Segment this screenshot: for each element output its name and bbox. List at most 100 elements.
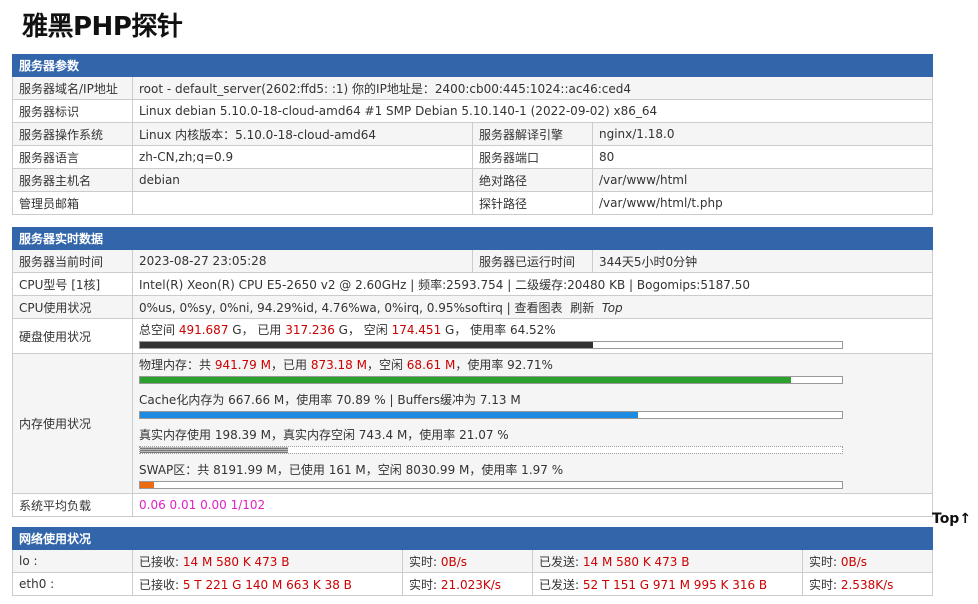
net-rt-label: 实时: [409,577,441,592]
refresh-link[interactable]: 刷新 [570,301,594,315]
net-row-lo: lo : 已接收: 14 M 580 K 473 B 实时: 0B/s 已发送:… [12,549,934,573]
net-sent-rt-cell: 实时: 0B/s [801,549,934,573]
disk-text-1: 总空间 [139,323,179,337]
mem-rate: 92.71% [507,358,553,372]
net-sent-label: 已发送: [539,554,583,569]
server-id-value: Linux debian 5.10.0-18-cloud-amd64 #1 SM… [131,99,934,123]
disk-text-3: G， 空闲 [334,323,392,337]
net-sent-rt-cell: 实时: 2.538K/s [801,572,934,596]
disk-used: 317.236 [285,323,335,337]
admin-email-value [132,191,473,215]
network-table: 网络使用状况 lo : 已接收: 14 M 580 K 473 B 实时: 0B… [11,527,934,596]
port-value: 80 [591,145,934,169]
net-row-eth0: eth0 : 已接收: 5 T 221 G 140 M 663 K 38 B 实… [12,572,934,596]
view-chart-link[interactable]: 查看图表 [515,301,563,315]
mem-real-bar-fill [140,447,288,453]
current-time-value: 2023-08-27 23:05:28 [132,249,473,273]
net-rt-label: 实时: [809,577,841,592]
net-sent-cell: 已发送: 52 T 151 G 971 M 995 K 316 B [532,572,803,596]
realtime-table: 服务器实时数据 服务器当前时间 2023-08-27 23:05:28 服务器已… [11,227,934,517]
disk-free: 174.451 [391,323,442,337]
net-recv-cell: 已接收: 14 M 580 K 473 B [132,549,403,573]
disk-text-4: G， 使用率 [441,323,510,337]
disk-text-2: G， 已用 [228,323,286,337]
uptime-label: 服务器已运行时间 [472,249,593,273]
os-value: Linux 内核版本：5.10.0-18-cloud-amd64 [132,122,473,146]
mem-text-3: ，空闲 [366,358,407,372]
disk-usage-bar [139,341,843,349]
lang-value: zh-CN,zh;q=0.9 [132,145,473,169]
net-recv-cell: 已接收: 5 T 221 G 140 M 663 K 38 B [132,572,403,596]
net-recv-rt-cell: 实时: 0B/s [402,549,533,573]
mem-cache-bar-fill [140,412,638,418]
net-recv-value: 14 M 580 K 473 B [182,554,290,569]
page-title: 雅黑PHP探针 [22,12,183,42]
uptime-value: 344天5小时0分钟 [591,249,934,273]
network-header: 网络使用状况 [11,527,934,550]
mem-total: 941.79 M [214,358,271,372]
mem-text-1: 物理内存：共 [139,358,215,372]
net-recv-label: 已接收: [139,554,183,569]
net-rt-label: 实时: [809,554,841,569]
net-sent-value: 14 M 580 K 473 B [582,554,690,569]
cpu-model-label: CPU型号 [1核] [12,272,133,296]
load-avg-value: 0.06 0.01 0.00 1/102 [131,493,934,517]
mem-physical-bar [139,376,843,384]
net-recv-value: 5 T 221 G 140 M 663 K 38 B [182,577,352,592]
engine-label: 服务器解译引擎 [472,122,593,146]
disk-usage-label: 硬盘使用状况 [12,318,133,354]
realtime-header: 服务器实时数据 [11,227,934,250]
net-recv-rt-cell: 实时: 21.023K/s [402,572,533,596]
net-sent-cell: 已发送: 14 M 580 K 473 B [532,549,803,573]
disk-usage-text: 总空间 491.687 G， 已用 317.236 G， 空闲 174.451 … [139,322,926,338]
net-recv-label: 已接收: [139,577,183,592]
mem-cache-text: Cache化内存为 667.66 M，使用率 70.89 % | Buffers… [139,393,521,407]
mem-swap-bar-fill [140,482,154,488]
mem-swap-bar [139,481,843,489]
net-iface-name: eth0 : [12,572,133,596]
mem-real-bar [139,446,843,454]
mem-text-2: ，已用 [270,358,311,372]
cpu-usage-value: 0%us, 0%sy, 0%ni, 94.29%id, 4.76%wa, 0%i… [139,300,515,315]
admin-email-label: 管理员邮箱 [12,191,133,215]
net-recv-rt-value: 0B/s [440,554,468,569]
net-sent-rt-value: 0B/s [840,554,868,569]
disk-rate: 64.52% [509,323,556,337]
disk-usage-bar-fill [140,342,593,348]
net-sent-value: 52 T 151 G 971 M 995 K 316 B [582,577,768,592]
mem-text-4: ，使用率 [455,358,508,372]
net-sent-rt-value: 2.538K/s [840,577,894,592]
engine-value: nginx/1.18.0 [591,122,934,146]
back-to-top-link[interactable]: Top↑ [932,511,971,527]
hostname-value: debian [132,168,473,192]
cpu-usage-label: CPU使用状况 [12,295,133,319]
load-avg-label: 系统平均负载 [12,493,133,517]
disk-total: 491.687 [178,323,229,337]
mem-swap-text: SWAP区：共 8191.99 M，已使用 161 M，空闲 8030.99 M… [139,463,564,477]
mem-real-text: 真实内存使用 198.39 M，真实内存空闲 743.4 M，使用率 21.07… [139,428,509,442]
port-label: 服务器端口 [472,145,593,169]
net-sent-label: 已发送: [539,577,583,592]
server-params-table: 服务器参数 服务器域名/IP地址 root - default_server(2… [11,54,934,215]
domain-value: root - default_server(2602:ffd5: :1) 你的I… [131,76,934,100]
probe-path-label: 探针路径 [472,191,593,215]
mem-physical-bar-fill [140,377,791,383]
net-iface-name: lo : [12,549,133,573]
server-id-label: 服务器标识 [12,99,133,123]
cpu-model-value: Intel(R) Xeon(R) CPU E5-2650 v2 @ 2.60GH… [131,272,934,296]
mem-used: 873.18 M [310,358,367,372]
memory-usage-cell: 物理内存：共 941.79 M，已用 873.18 M，空闲 68.61 M，使… [131,353,934,494]
os-label: 服务器操作系统 [12,122,133,146]
abspath-value: /var/www/html [591,168,934,192]
lang-label: 服务器语言 [12,145,133,169]
disk-usage-cell: 总空间 491.687 G， 已用 317.236 G， 空闲 174.451 … [131,318,934,354]
cpu-top-link[interactable]: Top [602,301,623,315]
mem-physical-text: 物理内存：共 941.79 M，已用 873.18 M，空闲 68.61 M，使… [139,357,926,373]
net-rt-label: 实时: [409,554,441,569]
server-params-header: 服务器参数 [11,54,934,77]
current-time-label: 服务器当前时间 [12,249,133,273]
mem-free: 68.61 M [406,358,456,372]
cpu-usage-cell: 0%us, 0%sy, 0%ni, 94.29%id, 4.76%wa, 0%i… [131,295,934,319]
hostname-label: 服务器主机名 [12,168,133,192]
domain-label: 服务器域名/IP地址 [12,76,133,100]
